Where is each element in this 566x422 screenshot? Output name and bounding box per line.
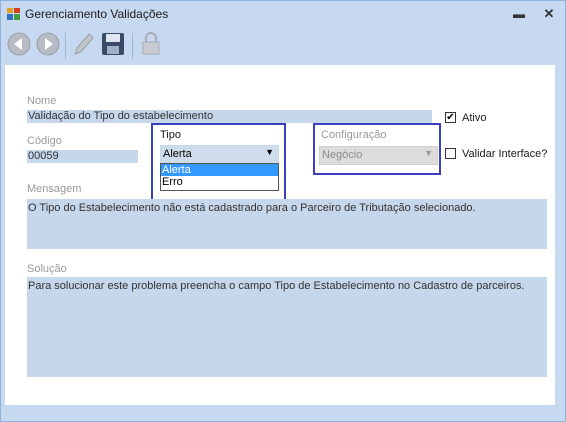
save-button[interactable] <box>99 30 129 60</box>
tipo-label: Tipo <box>160 129 181 141</box>
app-icon <box>7 8 20 20</box>
edit-button[interactable] <box>69 30 99 60</box>
save-icon <box>102 33 124 55</box>
ativo-checkbox[interactable]: ✔ <box>445 112 456 123</box>
forward-icon <box>36 32 60 56</box>
close-button[interactable]: ✕ <box>539 5 559 23</box>
form-panel: Nome Validação do Tipo do estabeleciment… <box>5 65 555 405</box>
window-title: Gerenciamento Validações <box>25 7 169 21</box>
forward-button[interactable] <box>34 30 64 60</box>
toolbar-separator <box>132 33 133 59</box>
solucao-label: Solução <box>27 263 67 275</box>
nome-field[interactable]: Validação do Tipo do estabelecimento <box>27 110 432 123</box>
tipo-option-alerta[interactable]: Alerta <box>161 164 278 176</box>
configuracao-label: Configuração <box>321 129 387 141</box>
minimize-button[interactable]: ▬ <box>509 5 529 23</box>
tipo-selected-value: Alerta <box>163 148 192 160</box>
ativo-label: Ativo <box>462 112 487 124</box>
main-window: Gerenciamento Validações ▬ ✕ Nome Valida… <box>0 0 566 422</box>
validar-interface-label: Validar Interface? <box>462 148 548 160</box>
chevron-down-icon: ▼ <box>424 148 433 158</box>
toolbar <box>1 27 565 65</box>
close-icon: ✕ <box>543 6 555 21</box>
tipo-option-erro[interactable]: Erro <box>161 176 278 188</box>
tipo-select[interactable]: Alerta ▼ <box>160 145 279 164</box>
mensagem-field[interactable]: O Tipo do Estabelecimento não está cadas… <box>27 199 547 249</box>
solucao-field[interactable]: Para solucionar este problema preencha o… <box>27 277 547 377</box>
configuracao-select[interactable]: Negócio ▼ <box>319 146 438 165</box>
nome-label: Nome <box>27 95 57 107</box>
lock-button[interactable] <box>137 30 167 60</box>
validar-interface-checkbox[interactable] <box>445 148 456 159</box>
mensagem-label: Mensagem <box>27 183 82 195</box>
title-bar: Gerenciamento Validações ▬ ✕ <box>1 1 565 27</box>
codigo-field[interactable]: 00059 <box>27 150 138 163</box>
tipo-dropdown-list: Alerta Erro <box>160 163 279 191</box>
back-icon <box>7 32 31 56</box>
configuracao-selected-value: Negócio <box>322 149 363 161</box>
status-bar <box>1 405 565 421</box>
chevron-down-icon: ▼ <box>265 147 274 157</box>
lock-icon <box>142 32 160 55</box>
back-button[interactable] <box>5 30 35 60</box>
toolbar-separator <box>65 33 66 59</box>
edit-icon <box>74 33 94 55</box>
minimize-icon: ▬ <box>513 7 525 21</box>
codigo-label: Código <box>27 135 62 147</box>
